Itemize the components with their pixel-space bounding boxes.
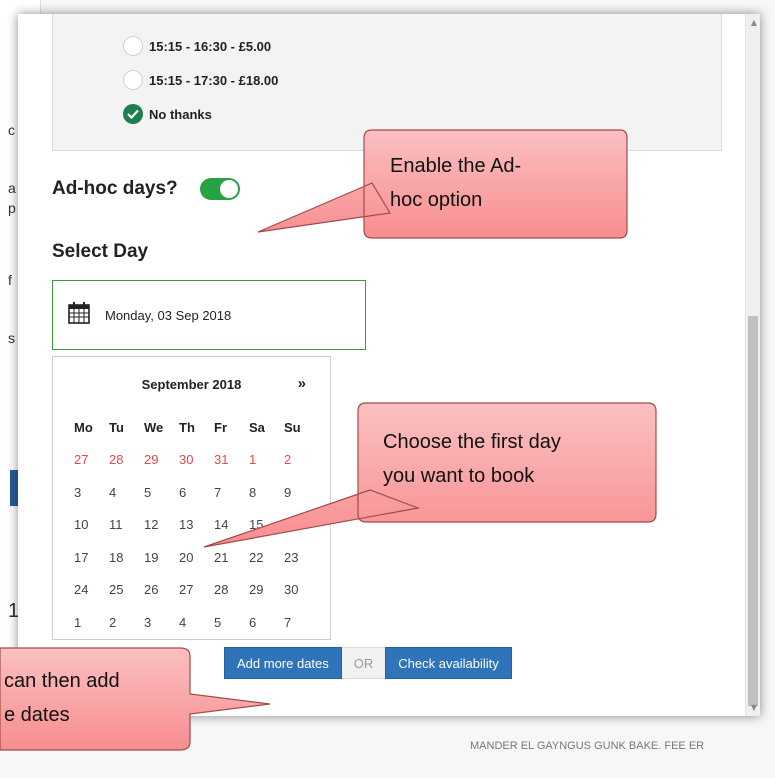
callout-line: hoc option: [390, 189, 483, 211]
callout-line: Choose the first day: [383, 431, 561, 453]
callout-text: can then add e dates: [4, 664, 184, 732]
callout-line: Enable the Ad-: [390, 155, 522, 177]
annotation-callouts: [0, 129, 657, 751]
callout-text: Choose the first day you want to book: [383, 425, 643, 493]
callout-text: Enable the Ad- hoc option: [390, 149, 620, 217]
callout-line: e dates: [4, 704, 70, 726]
callout-line: can then add: [4, 670, 120, 692]
callout-line: you want to book: [383, 465, 535, 487]
